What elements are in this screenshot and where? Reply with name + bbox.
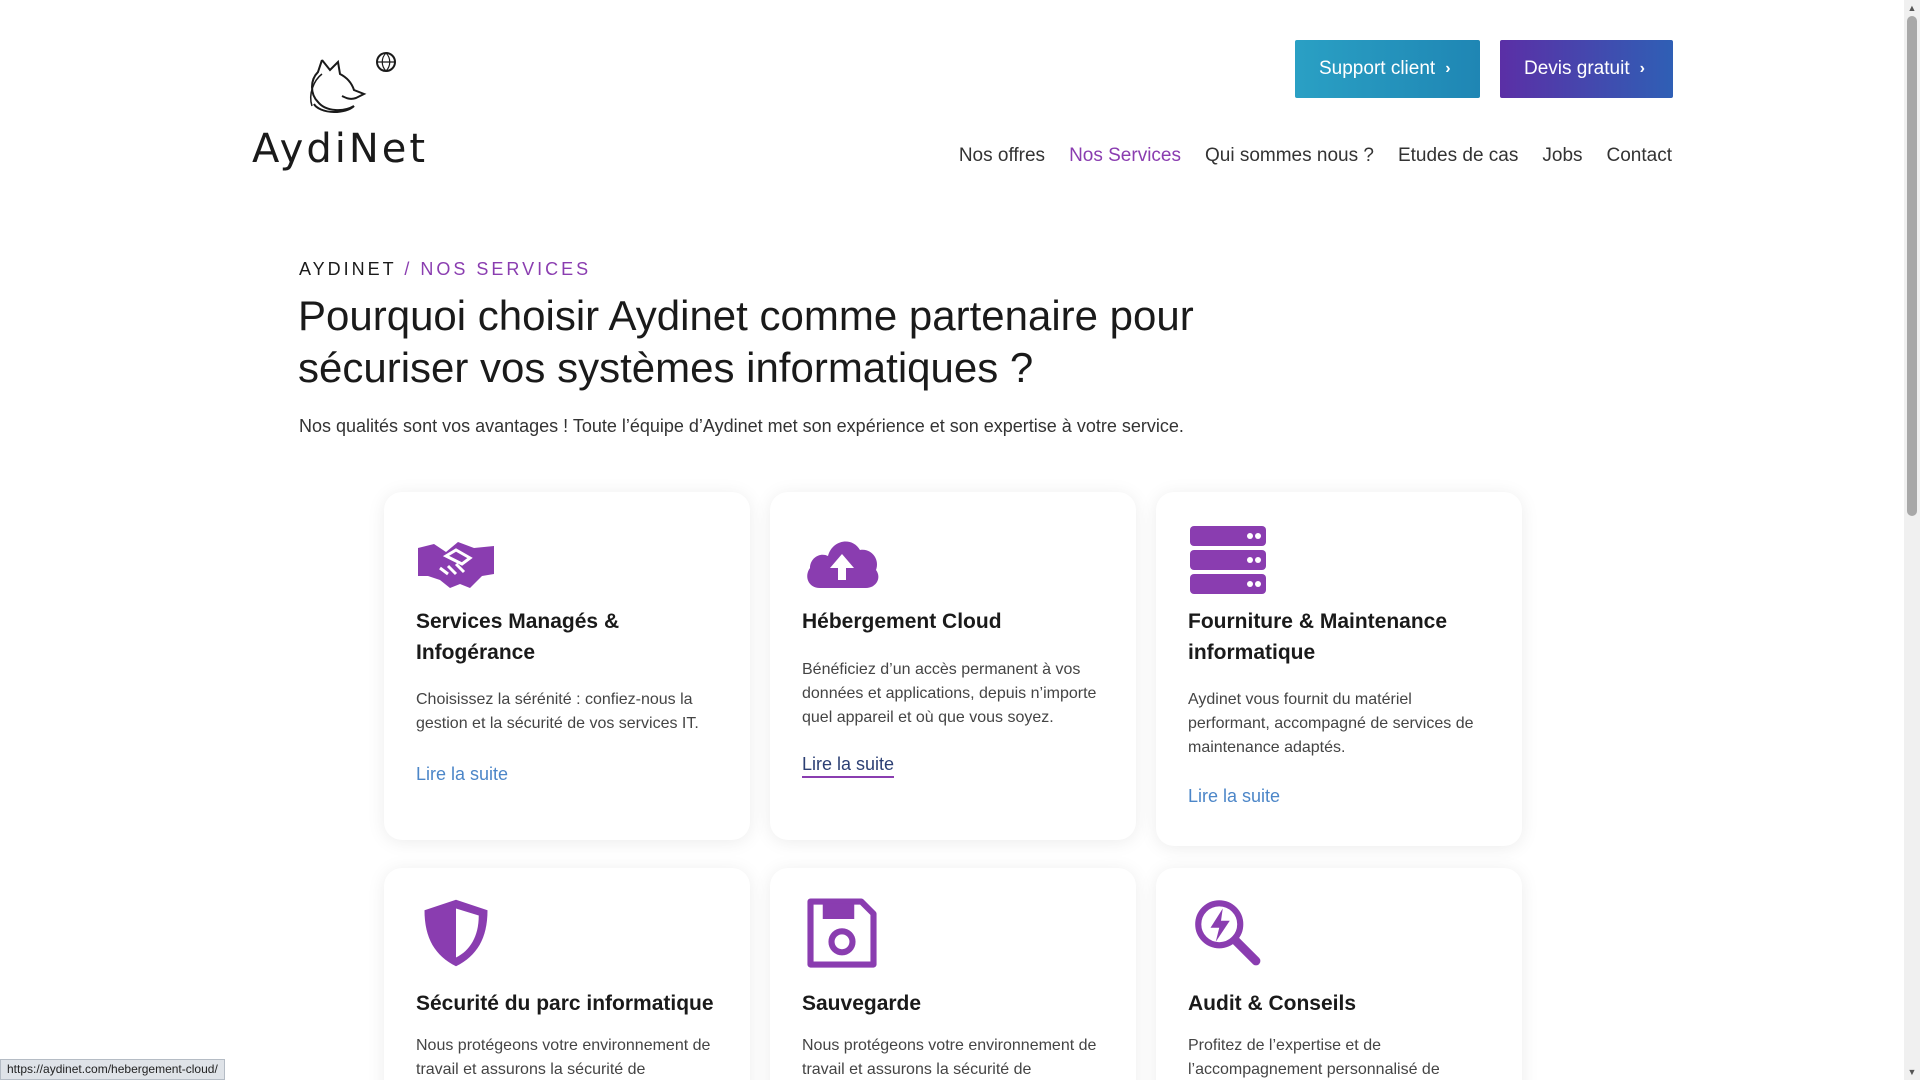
breadcrumb: AYDINET / NOS SERVICES	[299, 259, 591, 280]
card-read-more-link[interactable]: Lire la suite	[802, 754, 895, 778]
support-client-button[interactable]: Support client ›	[1295, 40, 1480, 98]
card-text: Choisissez la sérénité : confiez-nous la…	[416, 691, 699, 732]
search-bolt-icon	[1188, 898, 1268, 968]
floppy-disk-icon	[802, 898, 882, 968]
page-lead: Nos qualités sont vos avantages ! Toute …	[299, 416, 1184, 436]
logo-wordmark: AydiNet	[252, 126, 429, 172]
chevron-right-icon: ›	[1639, 60, 1645, 77]
nav-item-jobs[interactable]: Jobs	[1542, 145, 1582, 167]
devis-gratuit-label: Devis gratuit	[1524, 58, 1630, 79]
page-title: Pourquoi choisir Aydinet comme partenair…	[298, 292, 1194, 391]
card-title: Sécurité du parc informatique	[416, 992, 714, 1015]
breadcrumb-home[interactable]: AYDINET	[299, 259, 396, 279]
scroll-up-icon[interactable]: ▲	[1907, 2, 1917, 14]
service-card-infogerance: Services Managés & Infogérance Choisisse…	[384, 492, 750, 840]
devis-gratuit-button[interactable]: Devis gratuit ›	[1500, 40, 1673, 98]
card-read-more-link[interactable]: Lire la suite	[416, 764, 508, 785]
card-read-more-link[interactable]: Lire la suite	[1188, 786, 1280, 807]
cloud-upload-icon	[802, 526, 882, 596]
status-bar-url: https://aydinet.com/hebergement-cloud/	[0, 1059, 225, 1080]
card-title: Services Managés & Infogérance	[416, 610, 620, 664]
breadcrumb-separator: /	[404, 259, 413, 279]
chevron-right-icon: ›	[1445, 60, 1451, 77]
nav-item-nos-offres[interactable]: Nos offres	[959, 145, 1045, 167]
card-title: Fourniture & Maintenance informatique	[1188, 610, 1448, 664]
card-title: Hébergement Cloud	[802, 610, 1002, 633]
service-card-hebergement-cloud: Hébergement Cloud Bénéficiez d’un accès …	[770, 492, 1136, 840]
shield-icon	[416, 898, 496, 968]
card-text: Nous protégeons votre environnement de t…	[802, 1037, 1097, 1078]
service-card-fourniture-maintenance: Fourniture & Maintenance informatique Ay…	[1156, 492, 1522, 846]
scrollbar-thumb[interactable]	[1907, 16, 1917, 516]
card-text: Profitez de l’expertise et de l’accompag…	[1188, 1037, 1440, 1078]
service-card-sauvegarde: Sauvegarde Nous protégeons votre environ…	[770, 868, 1136, 1080]
page-scrollbar[interactable]: ▲ ▼	[1904, 0, 1920, 1080]
service-card-securite: Sécurité du parc informatique Nous proté…	[384, 868, 750, 1080]
scroll-down-icon[interactable]: ▼	[1907, 1066, 1917, 1078]
nav-item-qui-sommes-nous[interactable]: Qui sommes nous ?	[1205, 145, 1374, 167]
nav-item-nos-services[interactable]: Nos Services	[1069, 145, 1181, 167]
main-nav: Nos offres Nos Services Qui sommes nous …	[959, 145, 1672, 167]
handshake-icon	[416, 526, 496, 596]
card-text: Aydinet vous fournit du matériel perform…	[1188, 691, 1474, 756]
card-text: Nous protégeons votre environnement de t…	[416, 1037, 711, 1078]
server-icon	[1188, 526, 1268, 596]
support-client-label: Support client	[1319, 58, 1436, 79]
breadcrumb-current: NOS SERVICES	[420, 259, 592, 279]
card-title: Audit & Conseils	[1188, 992, 1357, 1015]
card-title: Sauvegarde	[802, 992, 922, 1015]
nav-item-contact[interactable]: Contact	[1607, 145, 1672, 167]
card-text: Bénéficiez d’un accès permanent à vos do…	[802, 661, 1097, 726]
nav-item-etudes-de-cas[interactable]: Etudes de cas	[1398, 145, 1518, 167]
service-card-audit: Audit & Conseils Profitez de l’expertise…	[1156, 868, 1522, 1080]
